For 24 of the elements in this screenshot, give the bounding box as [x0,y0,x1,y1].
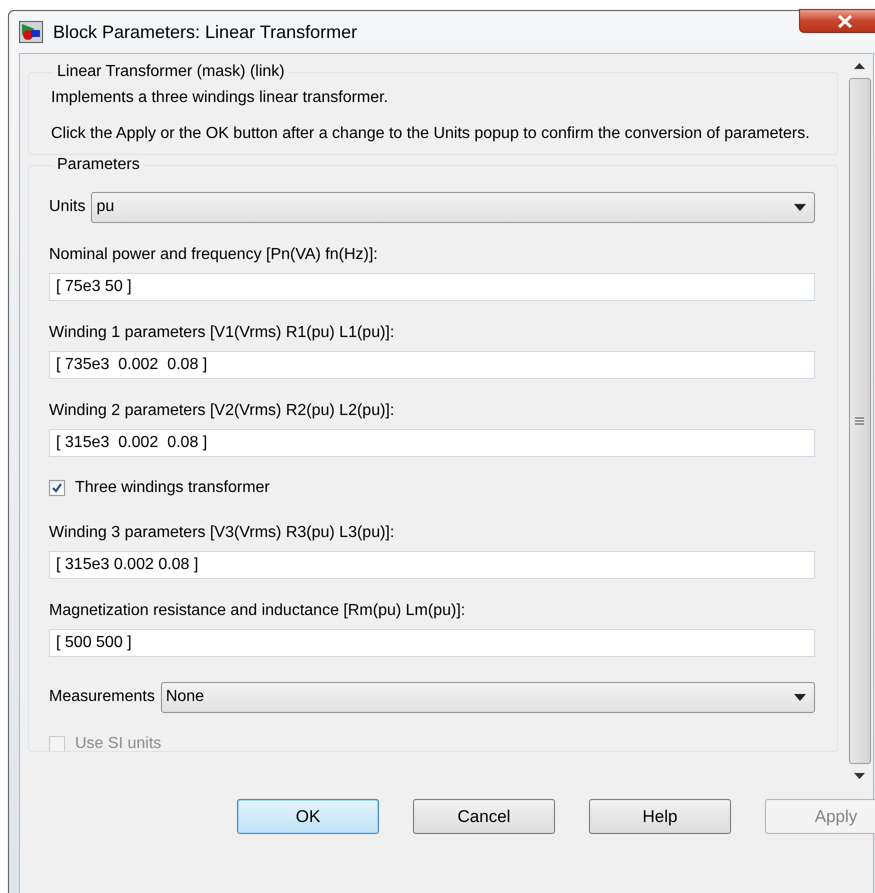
input-field[interactable]: [ 500 500 ] [49,629,815,657]
input-field[interactable]: [ 75e3 50 ] [49,273,815,301]
field-label: Winding 1 parameters [V1(Vrms) R1(pu) L1(pu)]: [49,323,396,343]
field-label: Magnetization resistance and inductance [Rm(pu) Lm(pu)]: [49,601,466,621]
input-field[interactable]: [ 735e3 0.002 0.08 ] [49,351,815,379]
description-text: Implements a three windings linear transformer. [51,88,390,108]
group-title: Parameters [56,155,141,175]
dropdown[interactable]: None [160,682,815,712]
input-field[interactable]: [ 315e3 0.002 0.08 ] [49,551,815,579]
field-label: Measurements [49,688,155,706]
checkbox-label: Use SI units [75,735,162,751]
field-label: Nominal power and frequency [Pn(VA) fn(Hz)]: [49,245,379,265]
dropdown[interactable]: pu [91,192,815,222]
dialog-button[interactable]: Cancel [413,799,555,834]
field-label: Units [49,198,86,216]
description-text: Click the Apply or the OK button after a change to the Units popup to confirm the conversion of parameters. [51,124,811,144]
window-title: Block Parameters: Linear Transformer [53,22,358,42]
checkbox-label: Three windings transformer [75,479,270,497]
group-title: Linear Transformer (mask) (link) [56,62,286,82]
input-field[interactable]: [ 315e3 0.002 0.08 ] [49,429,815,457]
dialog-button[interactable]: OK [237,799,379,834]
field-label: Winding 2 parameters [V2(Vrms) R2(pu) L2(pu)]: [49,401,396,421]
field-label: Winding 3 parameters [V3(Vrms) R3(pu) L3(pu)]: [49,523,396,543]
dialog-button[interactable]: Help [589,799,731,834]
